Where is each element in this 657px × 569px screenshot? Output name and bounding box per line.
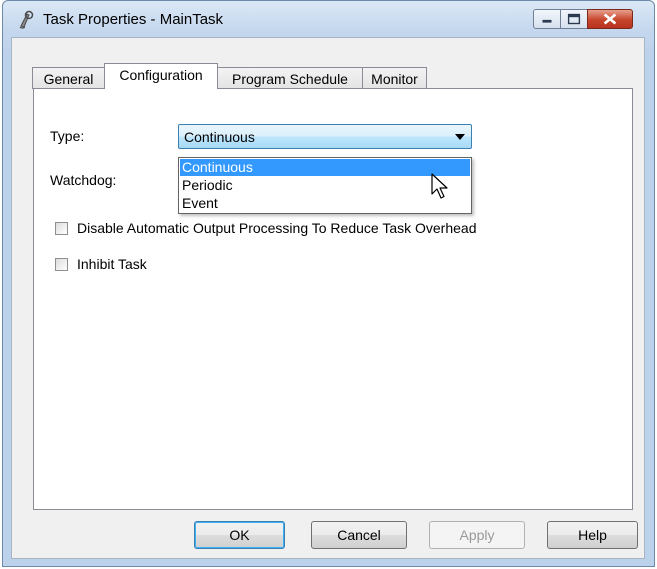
disable-output-processing-label: Disable Automatic Output Processing To R… <box>77 220 477 236</box>
inhibit-task-label: Inhibit Task <box>77 256 147 272</box>
type-option-continuous[interactable]: Continuous <box>180 159 470 176</box>
configuration-panel <box>33 88 633 510</box>
chevron-down-icon <box>455 134 465 140</box>
type-option-event[interactable]: Event <box>180 195 470 212</box>
mouse-pointer-icon <box>431 173 448 199</box>
type-dropdown-list: Continuous Periodic Event <box>178 157 472 214</box>
type-option-periodic[interactable]: Periodic <box>180 177 470 194</box>
maximize-button[interactable] <box>560 9 588 29</box>
cancel-button[interactable]: Cancel <box>311 521 407 549</box>
window-title: Task Properties - MainTask <box>43 11 224 28</box>
close-button[interactable] <box>587 9 633 29</box>
task-icon <box>19 10 34 29</box>
title-bar[interactable]: Task Properties - MainTask <box>3 1 654 39</box>
checkbox-box[interactable] <box>55 258 68 271</box>
type-combobox-value: Continuous <box>184 129 255 145</box>
tab-monitor-label: Monitor <box>371 71 418 87</box>
tab-configuration-label: Configuration <box>119 67 203 83</box>
checkbox-box[interactable] <box>55 222 68 235</box>
maximize-icon <box>567 13 581 25</box>
tab-program-schedule-label: Program Schedule <box>232 71 348 87</box>
type-label: Type: <box>50 128 85 144</box>
close-icon <box>603 13 617 25</box>
apply-button[interactable]: Apply <box>429 521 525 549</box>
type-combobox[interactable]: Continuous <box>178 124 472 149</box>
minimize-button[interactable] <box>533 9 561 29</box>
tab-general[interactable]: General <box>32 67 105 89</box>
tab-program-schedule[interactable]: Program Schedule <box>217 67 363 89</box>
minimize-icon <box>542 19 552 23</box>
tab-monitor[interactable]: Monitor <box>362 67 427 89</box>
tab-configuration[interactable]: Configuration <box>104 63 218 89</box>
watchdog-label: Watchdog: <box>50 172 117 188</box>
tab-general-label: General <box>43 71 94 87</box>
ok-button[interactable]: OK <box>194 521 285 549</box>
help-button[interactable]: Help <box>547 521 638 549</box>
